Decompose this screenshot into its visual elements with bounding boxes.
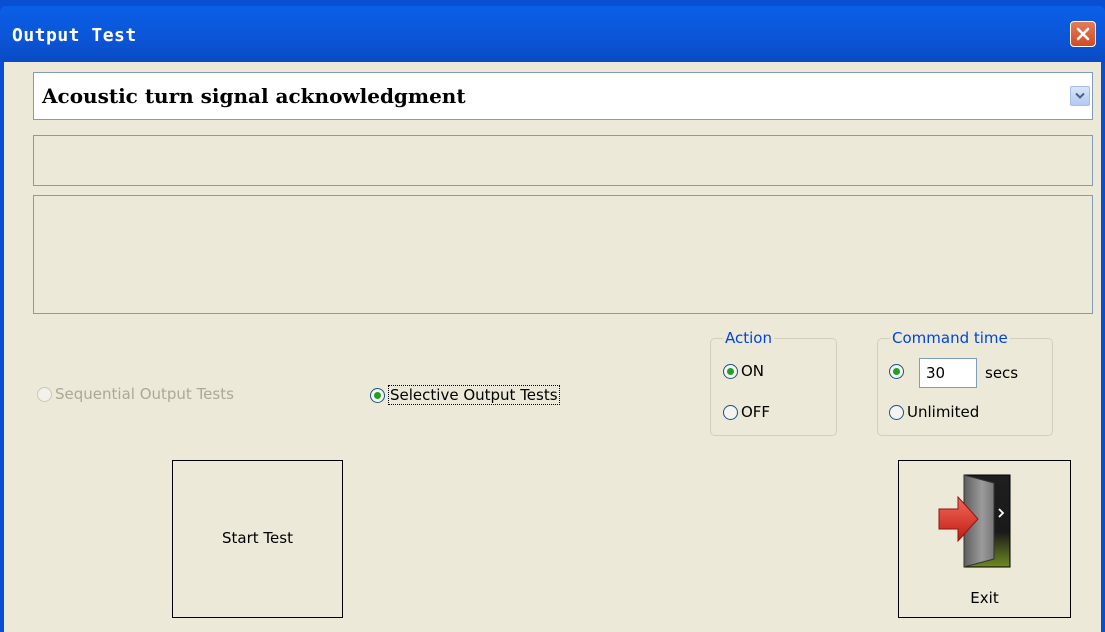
secs-unit-label: secs (985, 364, 1019, 382)
start-test-label: Start Test (222, 529, 293, 547)
action-off-radio[interactable]: OFF (723, 403, 770, 421)
output-select-dropdown[interactable]: Acoustic turn signal acknowledgment (33, 72, 1093, 120)
radio-checked-icon (370, 387, 385, 403)
action-legend: Action (723, 329, 774, 347)
dropdown-button[interactable] (1070, 86, 1090, 106)
close-button[interactable] (1070, 21, 1096, 47)
selective-output-tests-label: Selective Output Tests (388, 385, 560, 405)
unlimited-label: Unlimited (907, 403, 980, 421)
action-groupbox: Action (710, 329, 837, 436)
exit-button[interactable]: Exit (898, 460, 1071, 618)
exit-door-icon (938, 474, 1011, 568)
dropdown-selected-value: Acoustic turn signal acknowledgment (42, 84, 466, 108)
status-text-field (33, 135, 1093, 186)
action-on-label: ON (741, 362, 765, 380)
window-title: Output Test (12, 25, 137, 46)
command-time-legend: Command time (890, 329, 1010, 347)
command-time-secs-radio[interactable] (889, 364, 907, 379)
radio-circle-icon (723, 404, 738, 420)
title-bar[interactable]: Output Test (0, 6, 1105, 62)
start-test-button[interactable]: Start Test (172, 460, 343, 618)
action-on-radio[interactable]: ON (723, 362, 764, 380)
description-text-area (33, 195, 1093, 314)
sequential-output-tests-label: Sequential Output Tests (55, 385, 234, 403)
command-time-unlimited-radio[interactable]: Unlimited (889, 403, 979, 421)
dialog-client-area: Acoustic turn signal acknowledgment Sequ… (4, 62, 1101, 632)
radio-circle-icon (37, 386, 52, 402)
chevron-down-icon (1075, 92, 1085, 99)
action-off-label: OFF (741, 403, 771, 421)
selective-output-tests-radio[interactable]: Selective Output Tests (370, 385, 560, 405)
sequential-output-tests-radio[interactable]: Sequential Output Tests (37, 385, 234, 403)
radio-circle-icon (889, 404, 904, 420)
command-time-secs-input[interactable]: 30 (919, 358, 977, 388)
close-icon (1076, 27, 1090, 41)
radio-checked-icon (723, 363, 738, 379)
exit-label: Exit (970, 589, 999, 607)
radio-checked-icon (889, 364, 904, 379)
output-test-window: Output Test Acoustic turn signal acknowl… (0, 0, 1105, 632)
